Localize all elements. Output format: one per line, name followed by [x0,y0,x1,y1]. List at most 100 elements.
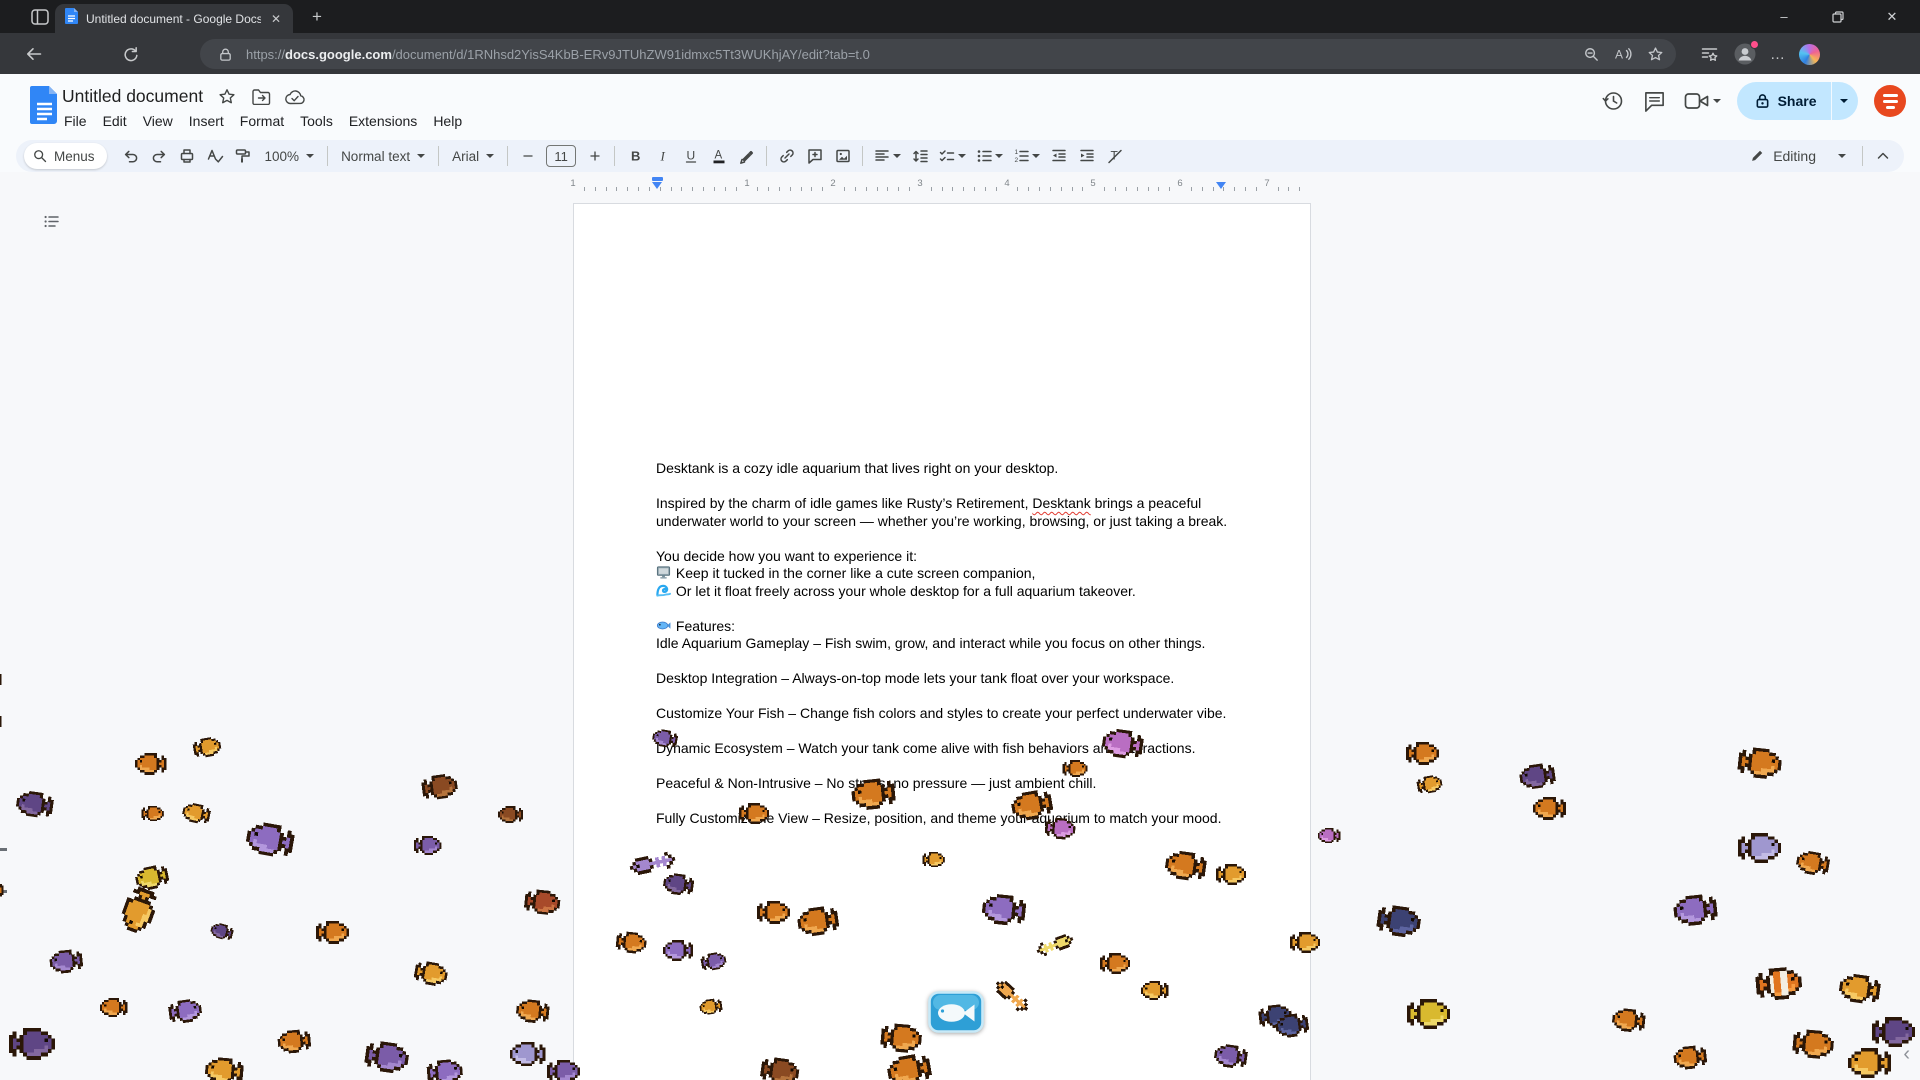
fish-sprite[interactable] [1518,762,1560,796]
tab-workspaces-icon[interactable] [28,6,52,28]
document-tabs-button[interactable] [36,206,66,236]
meet-video-icon[interactable] [1684,88,1710,114]
docs-logo-icon[interactable] [30,86,59,129]
fish-sprite[interactable] [980,893,1030,932]
fish-sprite[interactable] [921,852,945,872]
doc-line[interactable]: Customize Your Fish – Change fish colors… [656,705,1227,723]
doc-line[interactable]: Idle Aquarium Gameplay – Fish swim, grow… [656,635,1227,653]
left-indent-marker[interactable] [652,182,662,189]
doc-line[interactable]: Or let it float freely across your whole… [656,583,1227,601]
fish-sprite[interactable] [1372,903,1423,944]
doc-line[interactable]: Features: [656,618,1227,636]
read-aloud-icon[interactable]: A [1612,43,1634,65]
doc-paragraph[interactable]: Desktank is a cozy idle aquarium that li… [656,460,1227,478]
add-comment-button[interactable] [801,143,828,169]
favorite-star-icon[interactable] [1644,43,1666,65]
fish-sprite[interactable] [1163,849,1211,888]
fish-sprite[interactable] [796,904,844,943]
underline-button[interactable]: U [677,143,704,169]
menu-insert[interactable]: Insert [181,110,232,132]
fish-sprite[interactable] [850,777,900,816]
align-button[interactable] [869,143,905,169]
version-history-icon[interactable] [1600,88,1626,114]
font-select[interactable]: Arial [445,143,501,169]
window-restore-button[interactable] [1828,11,1848,23]
undo-button[interactable] [118,143,145,169]
fish-sprite[interactable] [360,1039,411,1080]
fish-sprite[interactable] [699,997,725,1020]
doc-line[interactable]: underwater world to your screen — whethe… [656,513,1227,531]
font-size-input[interactable]: 11 [546,145,576,167]
fish-sprite[interactable] [1098,953,1130,979]
menu-view[interactable]: View [135,110,181,132]
spellcheck-button[interactable] [202,143,229,169]
bold-button[interactable]: B [621,143,648,169]
desktank-app-icon[interactable] [928,991,984,1038]
new-tab-button[interactable]: + [306,7,328,27]
menu-help[interactable]: Help [425,110,470,132]
fish-sprite[interactable] [663,940,695,966]
line-spacing-button[interactable] [906,143,933,169]
increase-font-size-button[interactable] [581,143,608,169]
fish-sprite[interactable] [515,998,553,1029]
fish-sprite[interactable] [1672,893,1722,932]
lock-icon[interactable] [214,43,236,65]
fish-sprite[interactable] [498,806,525,828]
fish-sprite[interactable] [1100,727,1148,766]
fish-sprite[interactable] [1214,864,1246,890]
doc-paragraph[interactable]: Inspired by the charm of idle games like… [656,495,1227,530]
doc-paragraph[interactable]: Desktop Integration – Always-on-top mode… [656,670,1227,688]
doc-line[interactable]: Inspired by the charm of idle games like… [656,495,1227,513]
browser-menu-icon[interactable]: … [1770,46,1786,63]
url-text[interactable]: https://docs.google.com/document/d/1RNhs… [246,47,1572,62]
fish-sprite[interactable] [6,1028,55,1065]
fish-sprite[interactable] [737,803,769,829]
menu-tools[interactable]: Tools [292,110,341,132]
fish-sprite[interactable] [1752,966,1804,1007]
fish-sprite[interactable] [1404,742,1439,770]
cloud-save-status-icon[interactable] [285,87,305,107]
move-to-folder-icon[interactable] [251,87,271,107]
account-avatar[interactable] [1874,85,1906,117]
first-line-indent-marker[interactable] [652,177,663,181]
fish-sprite[interactable] [1735,833,1781,868]
document-title[interactable]: Untitled document [62,86,203,107]
numbered-list-button[interactable]: 12 [1008,143,1044,169]
fish-sprite[interactable] [510,1042,548,1071]
menu-format[interactable]: Format [232,110,292,132]
fish-sprite[interactable] [661,872,696,902]
doc-line[interactable]: You decide how you want to experience it… [656,548,1227,566]
paragraph-style-select[interactable]: Normal text [334,143,432,169]
decrease-font-size-button[interactable] [514,143,541,169]
bulleted-list-button[interactable] [971,143,1007,169]
fish-sprite[interactable] [545,1060,580,1080]
address-bar[interactable]: https://docs.google.com/document/d/1RNhs… [200,39,1676,69]
refresh-icon[interactable] [118,42,142,66]
fish-sprite[interactable] [0,670,3,694]
favorites-bar-icon[interactable] [1698,43,1720,65]
menu-edit[interactable]: Edit [95,110,135,132]
fish-sprite[interactable] [204,1056,247,1080]
fish-sprite[interactable] [1414,774,1444,800]
fish-sprite[interactable] [521,888,562,921]
fish-sprite[interactable] [1061,760,1088,782]
fish-sprite[interactable] [1611,1007,1649,1038]
increase-indent-button[interactable] [1073,143,1100,169]
fish-sprite[interactable] [0,712,3,736]
editing-mode-select[interactable]: Editing [1739,143,1856,169]
fish-sprite[interactable] [410,959,449,992]
collapse-toolbar-button[interactable] [1869,143,1896,169]
fish-sprite[interactable] [1533,797,1568,825]
redo-button[interactable] [146,143,173,169]
italic-button[interactable]: I [649,143,676,169]
search-menus-button[interactable]: Menus [24,143,107,169]
fish-sprite[interactable] [277,1029,314,1059]
insert-link-button[interactable] [773,143,800,169]
checklist-button[interactable] [934,143,970,169]
text-color-button[interactable]: A [705,143,732,169]
fish-sprite[interactable] [650,728,680,754]
fish-sprite[interactable] [1274,1012,1312,1044]
fish-sprite[interactable] [1288,932,1320,958]
highlight-color-button[interactable] [733,143,760,169]
fish-sprite[interactable] [1212,1043,1250,1075]
